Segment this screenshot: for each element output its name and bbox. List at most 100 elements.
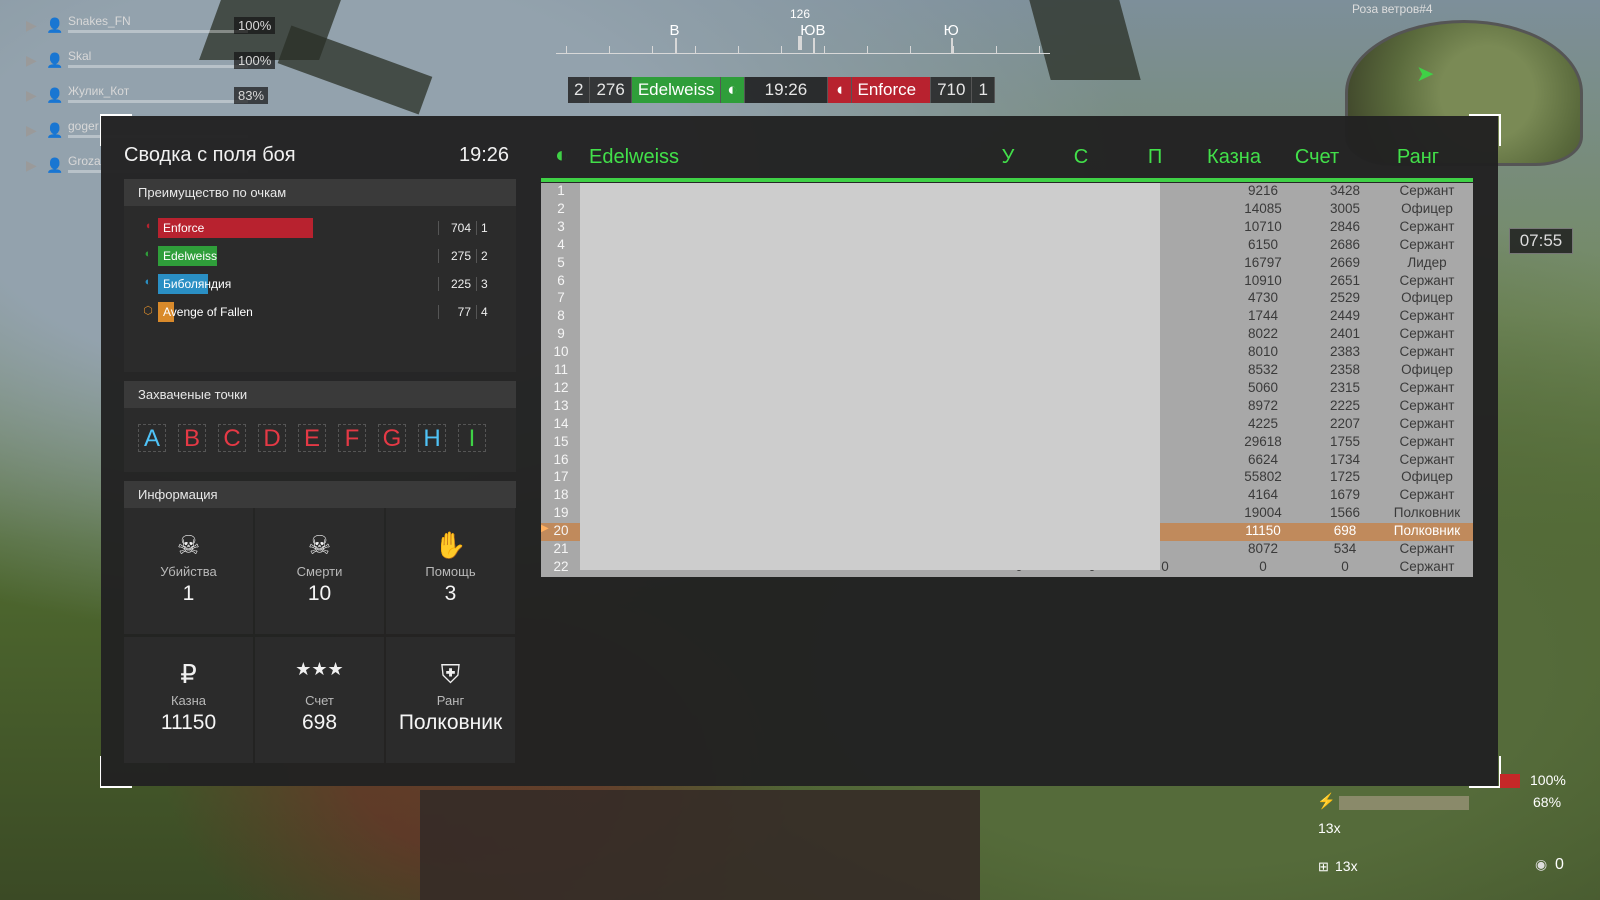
squad-member: ▶ 👤 Snakes_FN 100% [20,14,276,44]
row-kazna: 10710 [1244,218,1282,234]
advantage-score: 225 [438,277,471,291]
row-rank: Сержант [1399,218,1455,234]
squad-member-health-bar [68,30,248,33]
row-score: 1679 [1329,487,1361,503]
row-number: 22 [553,558,569,574]
player-arrow-icon: ➤ [1416,61,1435,86]
row-kazna: 14085 [1244,200,1282,216]
row-number: 3 [557,218,565,234]
row-number: 18 [553,487,569,503]
row-rank: Сержант [1399,397,1455,413]
right-place: 1 [972,77,995,103]
background-object [277,25,433,115]
skull-icon: ☠ [176,530,201,560]
row-number: 12 [553,379,569,395]
advantage-row: ◖ Enforce 704 1 [140,218,490,238]
user-icon: 👤 [46,52,64,68]
summary-title: Сводка с поля боя [124,144,296,166]
play-arrow-icon: ▶ [26,157,37,173]
row-score: 2207 [1329,415,1361,431]
compass-tick [738,46,739,54]
row-kazna: 1744 [1247,308,1279,324]
edelweiss-icon: ◐ [721,77,745,103]
squad-member-name: Жулик_Кот [68,84,130,98]
advantage-place: 1 [476,221,488,235]
row-kazna: 8072 [1247,541,1279,556]
row-score: 1755 [1329,433,1361,449]
squad-member-health: 100% [234,17,276,34]
row-rank: Сержант [1399,344,1455,360]
row-score: 1566 [1329,505,1361,521]
compass-major-tick [674,38,677,54]
row-kazna: 8010 [1247,344,1279,360]
column-s[interactable]: С [1074,146,1088,169]
squad-member-name: Groza [68,154,101,168]
stat-value: 1 [182,582,195,605]
compass-label: Ю [943,22,959,39]
row-number: 20 [553,523,569,539]
row-score: 2315 [1329,379,1361,395]
column-rank[interactable]: Ранг [1397,146,1439,169]
row-score: 2651 [1329,272,1361,288]
row-rank: Офицер [1401,469,1453,485]
row-number: 6 [557,272,565,288]
squad-member-health: 100% [234,52,276,69]
row-score: 1725 [1329,469,1361,485]
row-rank: Офицер [1401,290,1453,306]
capture-point-i: I [458,424,486,452]
row-number: 17 [553,469,569,485]
row-score: 2846 [1329,218,1361,234]
compass-tick [609,46,610,54]
user-icon: 👤 [46,17,64,33]
capture-point-f: F [338,424,366,452]
compass-tick [824,46,825,54]
compass-label: В [669,22,680,39]
advantage-score: 275 [438,249,471,263]
row-number: 5 [557,254,565,270]
capture-point-c: C [218,424,246,452]
team-table-header: ◐ Edelweiss У С П Казна Счет Ранг [555,140,1473,180]
stat-label: Казна [170,693,207,708]
shield-icon: ⬡ [143,305,153,317]
top-score-bar: 2 276 Edelweiss ◐ 19:26 ◖ Enforce 710 1 [568,77,995,103]
compass-tick [910,46,911,54]
play-arrow-icon: ▶ [26,122,37,138]
left-place: 2 [568,77,591,103]
wreath-icon: ◐ [144,248,152,260]
stat-value: 10 [307,582,332,605]
row-rank: Полковник [1393,505,1461,521]
row-number: 13 [553,397,569,413]
stat-card: ☠ Убийства 1 [124,508,253,634]
user-icon: 👤 [46,122,64,138]
row-kazna: 8022 [1247,326,1279,342]
row-score: 698 [1333,523,1357,539]
squad-member-health: 83% [234,87,269,104]
row-number: 14 [553,415,569,431]
capture-point-a: A [138,424,166,452]
column-u[interactable]: У [1002,146,1015,169]
advantage-row: ⬡ Avenge of Fallen 77 4 [140,302,490,322]
row-score: 2383 [1329,344,1361,360]
compass-major-tick [951,38,954,54]
squad-member: ▶ 👤 Жулик_Кот 83% [20,84,275,114]
row-score: 2529 [1329,290,1361,306]
points-header: Захваченые точки [124,381,516,408]
stat-value: 11150 [160,711,217,734]
compass-tick [781,46,782,54]
compass-tick [695,46,696,54]
squad-member-name: Skal [68,49,92,63]
advantage-place: 4 [476,305,488,319]
row-score: 2401 [1329,326,1361,342]
row-kazna: 10910 [1244,272,1282,288]
row-number: 8 [557,308,565,324]
column-kazna[interactable]: Казна [1207,146,1261,169]
stat-value: Полковник [398,711,503,734]
column-p[interactable]: П [1148,146,1162,169]
advantage-header: Преимущество по очкам [124,179,516,206]
row-kazna: 5060 [1247,379,1279,395]
map-name: Роза ветров#4 [1352,2,1433,16]
row-kazna: 11150 [1245,523,1281,539]
row-kazna: 55802 [1244,469,1282,485]
advantage-team-name: Enforce [163,221,205,235]
column-score[interactable]: Счет [1295,146,1339,169]
